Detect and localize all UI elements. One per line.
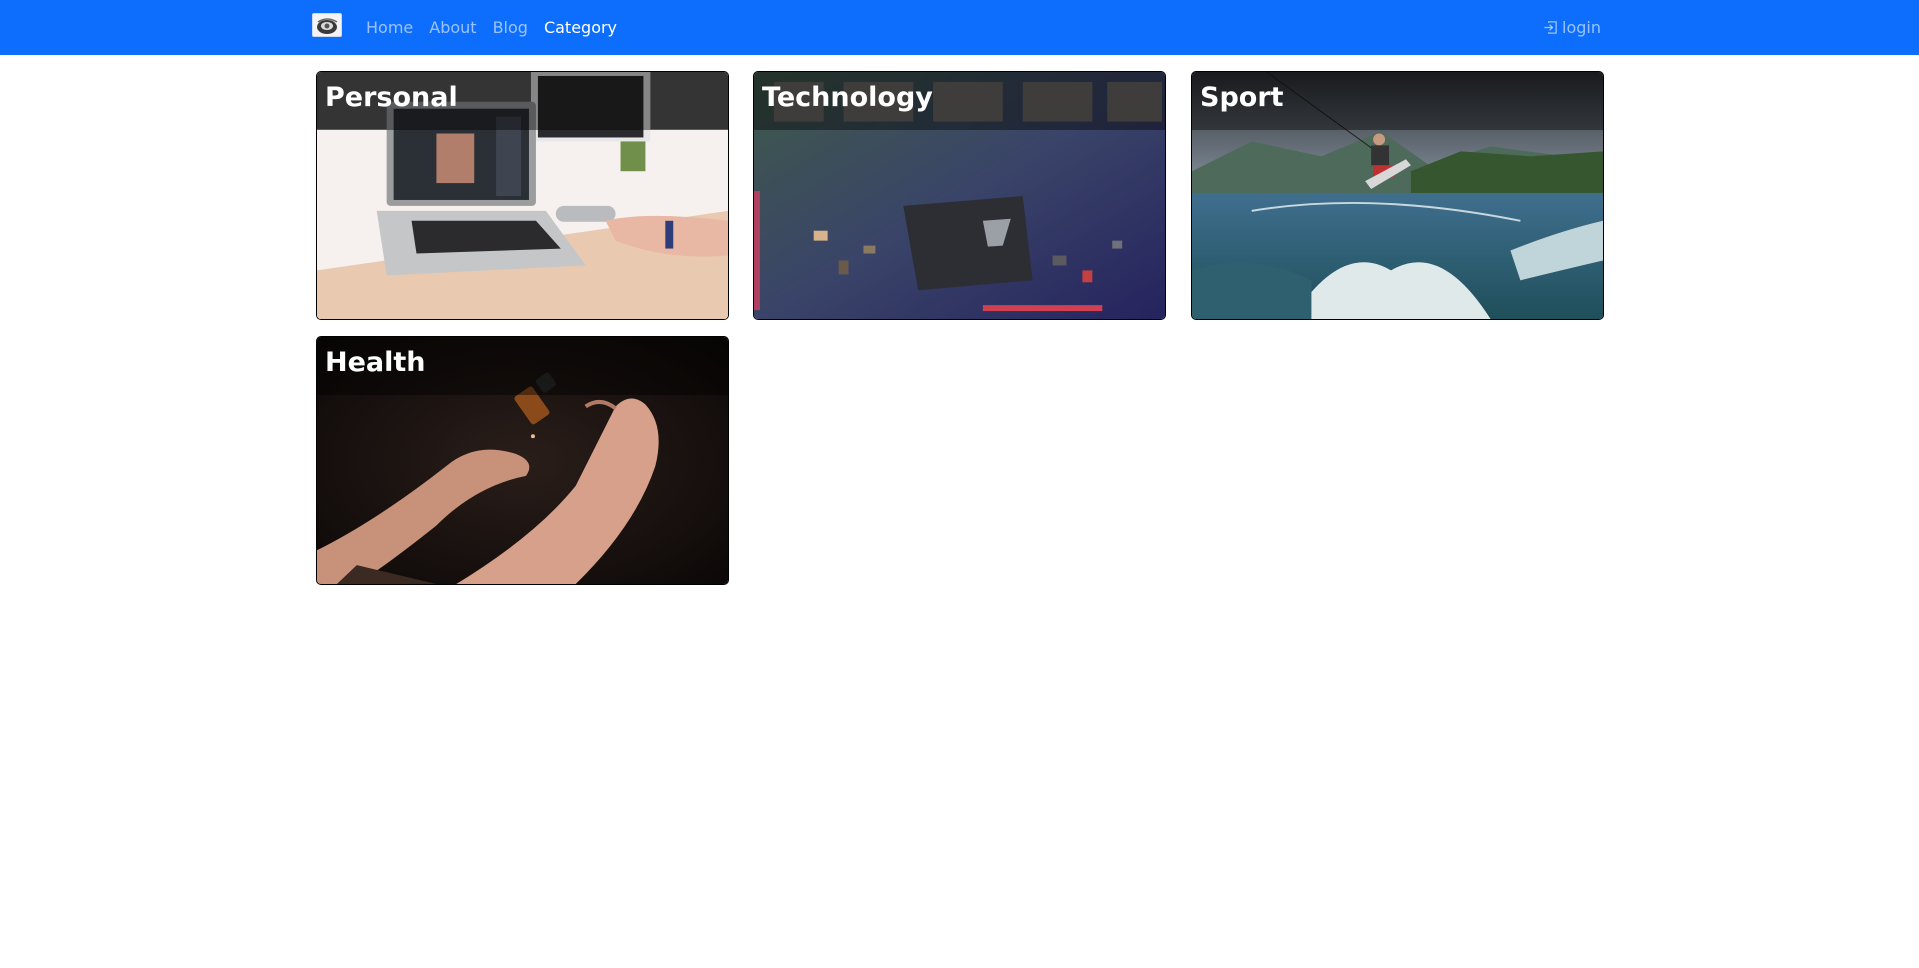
category-card-personal[interactable]: Personal xyxy=(316,71,729,320)
nav-blog-link[interactable]: Blog xyxy=(493,18,528,37)
category-card-technology[interactable]: Technology xyxy=(753,71,1166,320)
card-title-technology: Technology xyxy=(762,82,933,113)
nav-home-link[interactable]: Home xyxy=(366,18,413,37)
category-card-health[interactable]: Health xyxy=(316,336,729,585)
card-title-health: Health xyxy=(325,347,426,378)
login-link[interactable]: login xyxy=(1543,0,1601,55)
nav-links: Home About Blog Category xyxy=(366,0,633,55)
card-title-sport: Sport xyxy=(1200,82,1284,113)
nav-category-link[interactable]: Category xyxy=(544,18,617,37)
login-label: login xyxy=(1562,18,1601,37)
login-icon xyxy=(1544,21,1557,34)
site-logo-icon[interactable] xyxy=(312,13,342,37)
top-navbar: Home About Blog Category login xyxy=(0,0,1919,55)
card-title-personal: Personal xyxy=(325,82,458,113)
category-card-sport[interactable]: Sport xyxy=(1191,71,1604,320)
nav-about-link[interactable]: About xyxy=(429,18,476,37)
